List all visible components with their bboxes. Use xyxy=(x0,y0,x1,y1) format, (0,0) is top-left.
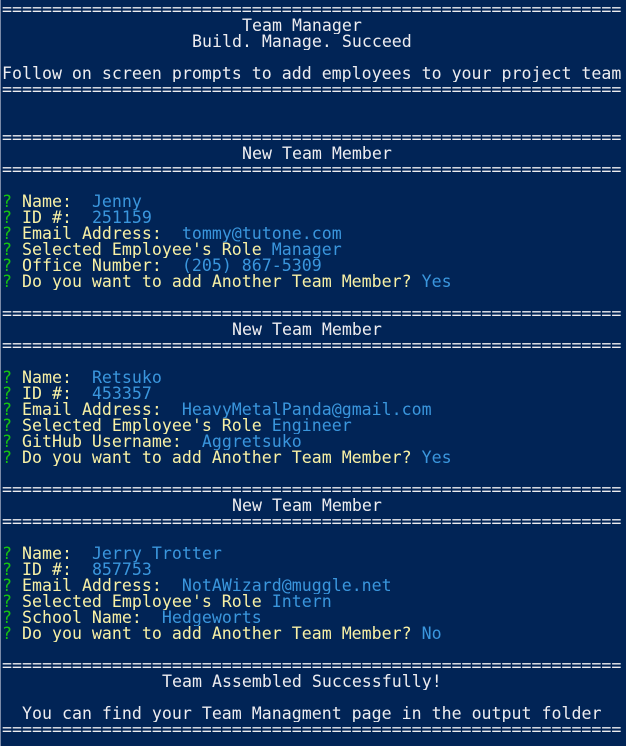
answer-email: tommy@tutone.com xyxy=(181,226,342,242)
separator: ========================================… xyxy=(2,82,622,98)
answer-id: 453357 xyxy=(91,386,152,402)
answer-office-number: (205) 867-5309 xyxy=(181,258,322,274)
prompt-mark-icon: ? xyxy=(2,562,12,578)
prompt-another: ? Do you want to add Another Team Member… xyxy=(2,450,452,466)
answer-another: Yes xyxy=(421,450,452,466)
prompt-mark-icon: ? xyxy=(2,610,12,626)
prompt-mark-icon: ? xyxy=(2,626,12,642)
answer-name: Retsuko xyxy=(91,370,162,386)
banner-title: Team Manager xyxy=(242,18,362,34)
answer-role: Manager xyxy=(271,242,342,258)
prompt-another: ? Do you want to add Another Team Member… xyxy=(2,274,452,290)
answer-name: Jenny xyxy=(91,194,142,210)
footer-title: Team Assembled Successfully! xyxy=(162,674,442,690)
prompt-role: ? Selected Employee's Role Engineer xyxy=(2,418,352,434)
banner-tagline: Build. Manage. Succeed xyxy=(192,34,412,50)
separator: ========================================… xyxy=(2,658,622,674)
answer-id: 857753 xyxy=(91,562,152,578)
member-header: New Team Member xyxy=(232,498,382,514)
separator: ========================================… xyxy=(2,338,622,354)
prompt-mark-icon: ? xyxy=(2,434,12,450)
prompt-email: ? Email Address: tommy@tutone.com xyxy=(2,226,342,242)
prompt-id: ? ID #: 857753 xyxy=(2,562,152,578)
prompt-role: ? Selected Employee's Role Intern xyxy=(2,594,332,610)
prompt-mark-icon: ? xyxy=(2,450,12,466)
prompt-mark-icon: ? xyxy=(2,242,12,258)
prompt-mark-icon: ? xyxy=(2,402,12,418)
banner-instructions: Follow on screen prompts to add employee… xyxy=(2,66,622,82)
prompt-office-number: ? Office Number: (205) 867-5309 xyxy=(2,258,322,274)
prompt-mark-icon: ? xyxy=(2,546,12,562)
prompt-mark-icon: ? xyxy=(2,578,12,594)
answer-email: NotAWizard@muggle.net xyxy=(181,578,392,594)
separator: ========================================… xyxy=(2,306,622,322)
prompt-mark-icon: ? xyxy=(2,258,12,274)
prompt-github-username: ? GitHub Username: Aggretsuko xyxy=(2,434,302,450)
prompt-role: ? Selected Employee's Role Manager xyxy=(2,242,342,258)
separator: ========================================… xyxy=(2,722,622,738)
prompt-mark-icon: ? xyxy=(2,210,12,226)
member-header: New Team Member xyxy=(232,322,382,338)
prompt-mark-icon: ? xyxy=(2,386,12,402)
prompt-mark-icon: ? xyxy=(2,274,12,290)
prompt-school-name: ? School Name: Hedgeworts xyxy=(2,610,262,626)
prompt-email: ? Email Address: HeavyMetalPanda@gmail.c… xyxy=(2,402,432,418)
separator: ========================================… xyxy=(2,130,622,146)
prompt-mark-icon: ? xyxy=(2,594,12,610)
answer-name: Jerry Trotter xyxy=(91,546,222,562)
prompt-name: ? Name: Retsuko xyxy=(2,370,162,386)
prompt-id: ? ID #: 453357 xyxy=(2,386,152,402)
answer-another: Yes xyxy=(421,274,452,290)
window-edge xyxy=(0,0,1,746)
separator: ========================================… xyxy=(2,482,622,498)
separator: ========================================… xyxy=(2,2,622,18)
answer-role: Engineer xyxy=(271,418,352,434)
prompt-id: ? ID #: 251159 xyxy=(2,210,152,226)
separator: ========================================… xyxy=(2,514,622,530)
terminal-output: ========================================… xyxy=(2,2,626,738)
answer-school-name: Hedgeworts xyxy=(161,610,262,626)
prompt-email: ? Email Address: NotAWizard@muggle.net xyxy=(2,578,392,594)
prompt-another: ? Do you want to add Another Team Member… xyxy=(2,626,442,642)
answer-email: HeavyMetalPanda@gmail.com xyxy=(181,402,432,418)
prompt-mark-icon: ? xyxy=(2,370,12,386)
answer-another: No xyxy=(421,626,442,642)
answer-github-username: Aggretsuko xyxy=(201,434,302,450)
separator: ========================================… xyxy=(2,162,622,178)
prompt-mark-icon: ? xyxy=(2,418,12,434)
prompt-name: ? Name: Jenny xyxy=(2,194,142,210)
member-header: New Team Member xyxy=(242,146,392,162)
answer-role: Intern xyxy=(271,594,332,610)
prompt-mark-icon: ? xyxy=(2,226,12,242)
footer-message: You can find your Team Managment page in… xyxy=(22,706,602,722)
prompt-name: ? Name: Jerry Trotter xyxy=(2,546,222,562)
prompt-mark-icon: ? xyxy=(2,194,12,210)
answer-id: 251159 xyxy=(91,210,152,226)
